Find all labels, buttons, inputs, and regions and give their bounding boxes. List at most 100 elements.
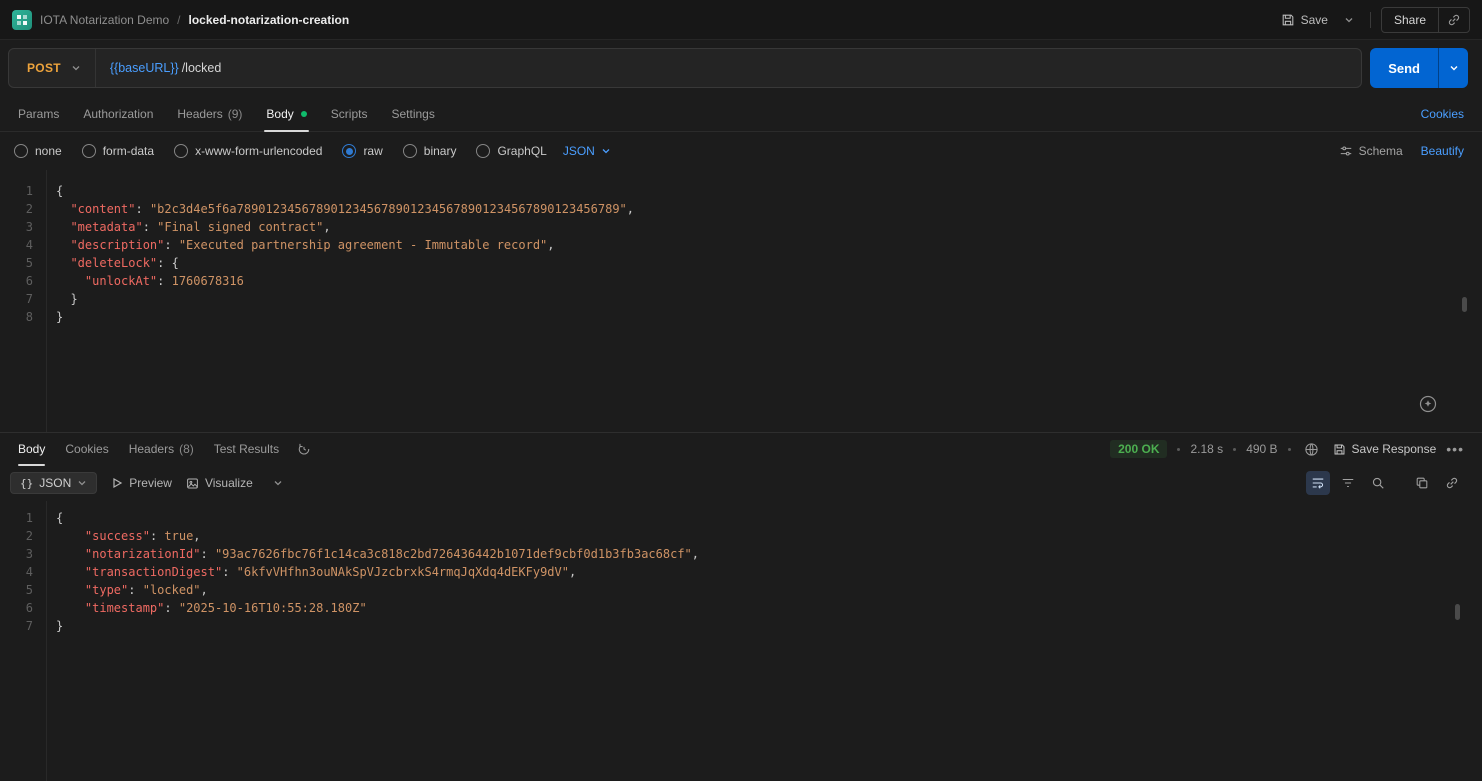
tab-headers[interactable]: Headers (9) bbox=[165, 96, 254, 131]
request-url-row: POST {{baseURL}} /locked Send bbox=[0, 40, 1482, 96]
tab-scripts[interactable]: Scripts bbox=[319, 96, 380, 131]
response-size[interactable]: 490 B bbox=[1246, 442, 1277, 456]
workspace-name[interactable]: IOTA Notarization Demo bbox=[40, 13, 169, 27]
play-icon bbox=[111, 477, 123, 489]
schema-button[interactable]: Schema bbox=[1339, 144, 1403, 158]
method-selector[interactable]: POST bbox=[9, 49, 96, 87]
send-split-button: Send bbox=[1370, 48, 1468, 88]
method-url-field: POST {{baseURL}} /locked bbox=[8, 48, 1362, 88]
visualize-button[interactable]: Visualize bbox=[186, 476, 253, 490]
radio-icon bbox=[174, 144, 188, 158]
method-label: POST bbox=[27, 61, 61, 75]
body-type-row: none form-data x-www-form-urlencoded raw… bbox=[0, 132, 1482, 170]
beautify-button[interactable]: Beautify bbox=[1421, 144, 1464, 158]
response-more-button[interactable]: ••• bbox=[1446, 441, 1464, 457]
bodytype-none[interactable]: none bbox=[14, 144, 62, 158]
schema-label: Schema bbox=[1359, 144, 1403, 158]
chevron-down-icon bbox=[601, 146, 611, 156]
copy-icon bbox=[1415, 476, 1429, 490]
response-tab-cookies[interactable]: Cookies bbox=[55, 433, 118, 465]
response-tool-icons bbox=[1306, 471, 1472, 495]
radio-icon bbox=[82, 144, 96, 158]
bodytype-binary-label: binary bbox=[424, 144, 457, 158]
wrap-text-button[interactable] bbox=[1306, 471, 1330, 495]
bodytype-graphql-label: GraphQL bbox=[497, 144, 546, 158]
bodytype-raw[interactable]: raw bbox=[342, 144, 382, 158]
tab-params[interactable]: Params bbox=[6, 96, 71, 131]
tab-headers-count: (9) bbox=[228, 107, 243, 121]
cookies-link[interactable]: Cookies bbox=[1409, 96, 1476, 131]
response-format-selector[interactable]: {} JSON bbox=[10, 472, 97, 494]
visualize-label: Visualize bbox=[205, 476, 253, 490]
tab-headers-label: Headers bbox=[177, 107, 222, 121]
breadcrumb: IOTA Notarization Demo / locked-notariza… bbox=[12, 10, 349, 30]
copy-link-button[interactable] bbox=[1439, 8, 1469, 32]
bodytype-graphql[interactable]: GraphQL bbox=[476, 144, 546, 158]
preview-label: Preview bbox=[129, 476, 172, 490]
copy-button[interactable] bbox=[1410, 471, 1434, 495]
response-tab-test-results[interactable]: Test Results bbox=[204, 433, 289, 465]
response-format-label: JSON bbox=[39, 476, 71, 490]
save-options-button[interactable] bbox=[1338, 9, 1360, 31]
chevron-down-icon bbox=[1449, 63, 1459, 73]
save-response-icon bbox=[1333, 443, 1346, 456]
language-label: JSON bbox=[563, 144, 595, 158]
radio-icon bbox=[14, 144, 28, 158]
save-button[interactable]: Save bbox=[1281, 13, 1328, 27]
request-body-editor[interactable]: 1{2 "content": "b2c3d4e5f6a7890123456789… bbox=[0, 170, 1482, 432]
send-options-button[interactable] bbox=[1438, 48, 1468, 88]
tab-authorization[interactable]: Authorization bbox=[71, 96, 165, 131]
response-pane: Body Cookies Headers (8) Test Results 20… bbox=[0, 432, 1482, 781]
meta-separator-dot bbox=[1233, 448, 1236, 451]
send-button[interactable]: Send bbox=[1370, 48, 1438, 88]
tab-settings[interactable]: Settings bbox=[379, 96, 446, 131]
visualize-options-button[interactable] bbox=[267, 472, 289, 494]
share-button[interactable]: Share bbox=[1382, 8, 1438, 32]
radio-icon bbox=[476, 144, 490, 158]
sliders-icon bbox=[1339, 144, 1353, 158]
filter-button[interactable] bbox=[1336, 471, 1360, 495]
topbar-actions: Save Share bbox=[1281, 7, 1470, 33]
tab-body-label: Body bbox=[266, 107, 293, 121]
body-tools: Schema Beautify bbox=[1339, 144, 1468, 158]
breadcrumb-separator: / bbox=[177, 13, 180, 27]
bodytype-raw-label: raw bbox=[363, 144, 382, 158]
response-history-button[interactable] bbox=[293, 438, 315, 460]
response-tab-headers[interactable]: Headers (8) bbox=[119, 433, 204, 465]
tab-body[interactable]: Body bbox=[254, 96, 318, 131]
meta-separator-dot bbox=[1288, 448, 1291, 451]
response-editor-scrollbar[interactable] bbox=[1455, 604, 1460, 620]
preview-button[interactable]: Preview bbox=[111, 476, 172, 490]
language-selector[interactable]: JSON bbox=[563, 144, 611, 158]
tabs-spacer bbox=[447, 96, 1409, 131]
postbot-icon[interactable] bbox=[1418, 394, 1438, 414]
status-badge[interactable]: 200 OK bbox=[1110, 440, 1167, 458]
meta-separator-dot bbox=[1177, 448, 1180, 451]
bodytype-urlencoded-label: x-www-form-urlencoded bbox=[195, 144, 322, 158]
share-group: Share bbox=[1381, 7, 1470, 33]
save-response-button[interactable]: Save Response bbox=[1333, 442, 1437, 456]
response-tab-body[interactable]: Body bbox=[8, 433, 55, 465]
search-icon bbox=[1371, 476, 1385, 490]
network-info-button[interactable] bbox=[1301, 438, 1323, 460]
url-input[interactable]: {{baseURL}} /locked bbox=[96, 61, 1361, 75]
filter-icon bbox=[1341, 476, 1355, 490]
iota-logo[interactable] bbox=[12, 10, 32, 30]
request-editor-scrollbar[interactable] bbox=[1462, 297, 1467, 312]
search-button[interactable] bbox=[1366, 471, 1390, 495]
bodytype-binary[interactable]: binary bbox=[403, 144, 457, 158]
response-body-viewer[interactable]: 1{2 "success": true,3 "notarizationId": … bbox=[0, 501, 1482, 781]
response-link-button[interactable] bbox=[1440, 471, 1464, 495]
request-tabs: Params Authorization Headers (9) Body Sc… bbox=[0, 96, 1482, 132]
history-icon bbox=[297, 442, 311, 456]
radio-icon bbox=[403, 144, 417, 158]
bodytype-form-data[interactable]: form-data bbox=[82, 144, 154, 158]
request-name[interactable]: locked-notarization-creation bbox=[189, 13, 350, 27]
bodytype-urlencoded[interactable]: x-www-form-urlencoded bbox=[174, 144, 322, 158]
bodytype-form-data-label: form-data bbox=[103, 144, 154, 158]
wrap-text-icon bbox=[1311, 476, 1325, 490]
response-tab-headers-count: (8) bbox=[179, 442, 194, 456]
link-icon bbox=[1447, 13, 1461, 27]
response-time[interactable]: 2.18 s bbox=[1190, 442, 1223, 456]
iota-logo-glyph bbox=[16, 14, 28, 26]
